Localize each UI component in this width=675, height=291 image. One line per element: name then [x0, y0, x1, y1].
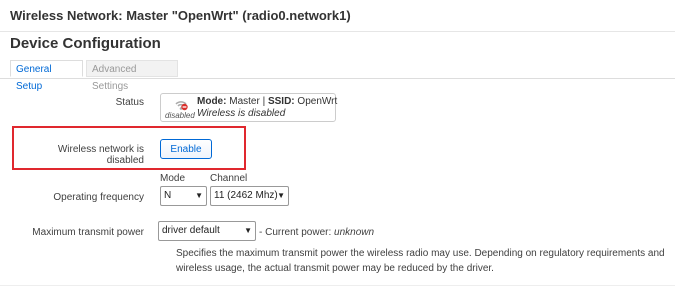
mode-value: Master: [229, 96, 260, 107]
chevron-down-icon: ▼: [195, 191, 203, 200]
chevron-down-icon: ▼: [277, 191, 285, 200]
channel-select-value: 11 (2462 Mhz): [214, 190, 278, 201]
status-label: Status: [115, 97, 144, 108]
operating-frequency-label: Operating frequency: [53, 192, 144, 203]
wireless-state: Wireless is disabled: [197, 108, 286, 119]
section-title: Device Configuration: [10, 35, 161, 52]
bottom-divider: [0, 285, 675, 286]
mode-select[interactable]: N ▼: [160, 186, 207, 206]
current-power: - Current power: unknown: [259, 227, 374, 238]
status-text: Mode: Master | SSID: OpenWrt Wireless is…: [197, 96, 337, 120]
title-divider: [0, 31, 675, 32]
chevron-down-icon: ▼: [244, 226, 252, 235]
tx-power-label: Maximum transmit power: [32, 227, 144, 238]
status-separator: |: [262, 96, 266, 107]
tab-advanced-settings[interactable]: Advanced Settings: [86, 60, 178, 92]
mode-label: Mode: [160, 173, 186, 184]
channel-label: Channel: [210, 173, 248, 184]
mode-key: Mode:: [197, 96, 227, 107]
ssid-key: SSID:: [267, 96, 295, 107]
status-icon-caption: disabled: [165, 111, 195, 120]
tab-general-setup[interactable]: General Setup: [10, 60, 83, 92]
status-icon-group: disabled: [165, 97, 195, 121]
current-power-value: unknown: [334, 227, 375, 238]
status-box: disabled Mode: Master | SSID: OpenWrt Wi…: [160, 93, 337, 122]
page-title: Wireless Network: Master "OpenWrt" (radi…: [10, 8, 351, 23]
wireless-disabled-label: Wireless network is disabled: [57, 144, 144, 166]
channel-select[interactable]: 11 (2462 Mhz) ▼: [210, 186, 289, 206]
ssid-value: OpenWrt: [297, 96, 338, 107]
tx-power-select-value: driver default: [162, 225, 220, 236]
tx-power-description: Specifies the maximum transmit power the…: [176, 248, 665, 274]
tx-power-select[interactable]: driver default ▼: [158, 221, 256, 241]
tab-bar: General Setup Advanced Settings: [0, 60, 675, 92]
current-power-prefix: - Current power:: [259, 227, 332, 238]
mode-select-value: N: [164, 190, 172, 201]
enable-button[interactable]: Enable: [160, 139, 212, 159]
